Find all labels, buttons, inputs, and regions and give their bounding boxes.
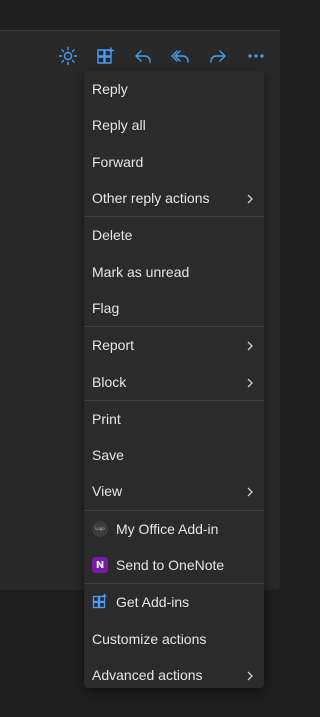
chevron-right-icon (244, 192, 256, 204)
menu-item-label: Other reply actions (92, 190, 210, 207)
brightness-icon (58, 46, 78, 66)
menu-item-advanced-actions[interactable]: Advanced actions (84, 657, 264, 693)
menu-item-reply-all[interactable]: Reply all (84, 107, 264, 143)
menu-item-label: Reply (92, 81, 128, 98)
chevron-right-icon (244, 376, 256, 388)
menu-item-label: Report (92, 337, 135, 354)
apps-add-icon (92, 593, 108, 612)
menu-item-print[interactable]: Print (84, 401, 264, 437)
menu-item-flag[interactable]: Flag (84, 290, 264, 326)
more-actions-menu: Reply Reply all Forward Other reply acti… (84, 71, 264, 688)
menu-item-reply[interactable]: Reply (84, 71, 264, 107)
menu-item-label: Flag (92, 299, 120, 316)
menu-item-label: My Office Add-in (116, 520, 219, 537)
apps-add-icon (96, 47, 114, 64)
reply-all-button[interactable] (169, 44, 193, 68)
menu-item-label: Print (92, 410, 121, 427)
menu-item-delete[interactable]: Delete (84, 217, 264, 253)
menu-item-label: Save (92, 447, 124, 464)
menu-item-content: N Send to OneNote (92, 557, 224, 573)
menu-item-customize-actions[interactable]: Customize actions (84, 620, 264, 656)
menu-item-label: Delete (92, 227, 133, 244)
menu-item-mark-unread[interactable]: Mark as unread (84, 253, 264, 289)
more-actions-button[interactable] (244, 44, 268, 68)
menu-item-label: Reply all (92, 117, 146, 134)
reply-all-icon (171, 50, 189, 63)
menu-item-view[interactable]: View (84, 473, 264, 509)
message-toolbar (50, 40, 274, 72)
reply-icon (135, 50, 151, 63)
menu-item-label: Get Add-ins (116, 594, 190, 611)
menu-item-label: Send to OneNote (116, 557, 225, 573)
menu-item-save[interactable]: Save (84, 437, 264, 473)
menu-item-content: Logo My Office Add-in (92, 520, 219, 537)
menu-item-label: Customize actions (92, 630, 207, 647)
forward-icon (210, 50, 227, 63)
menu-item-report[interactable]: Report (84, 327, 264, 363)
menu-item-block[interactable]: Block (84, 363, 264, 399)
menu-item-label: View (92, 483, 123, 500)
menu-item-forward[interactable]: Forward (84, 144, 264, 180)
menu-item-send-to-onenote[interactable]: N Send to OneNote (84, 547, 264, 583)
output-group: Print Save View (84, 401, 264, 511)
customize-group: Get Add-ins Customize actions Advanced a… (84, 584, 264, 693)
manage-group: Delete Mark as unread Flag (84, 217, 264, 328)
reply-button[interactable] (131, 44, 155, 68)
report-group: Report Block (84, 327, 264, 401)
onenote-icon: N (92, 557, 108, 573)
reply-group: Reply Reply all Forward Other reply acti… (84, 71, 264, 218)
chevron-right-icon (244, 669, 256, 681)
apps-button[interactable] (94, 44, 118, 68)
chevron-right-icon (244, 339, 256, 351)
chevron-right-icon (244, 485, 256, 497)
menu-item-label: Mark as unread (92, 263, 190, 280)
more-icon (248, 54, 264, 58)
menu-item-label: Advanced actions (92, 666, 203, 683)
addins-group: Logo My Office Add-in N Send to OneNote (84, 511, 264, 585)
theme-toggle-button[interactable] (56, 44, 80, 68)
addin-logo-icon: Logo (92, 520, 108, 537)
forward-button[interactable] (206, 44, 230, 68)
menu-item-my-office-addin[interactable]: Logo My Office Add-in (84, 511, 264, 547)
menu-item-label: Forward (92, 153, 144, 170)
menu-item-label: Block (92, 373, 127, 390)
menu-item-get-addins[interactable]: Get Add-ins (84, 584, 264, 620)
menu-item-content: Get Add-ins (92, 593, 189, 612)
menu-item-other-reply-actions[interactable]: Other reply actions (84, 180, 264, 216)
